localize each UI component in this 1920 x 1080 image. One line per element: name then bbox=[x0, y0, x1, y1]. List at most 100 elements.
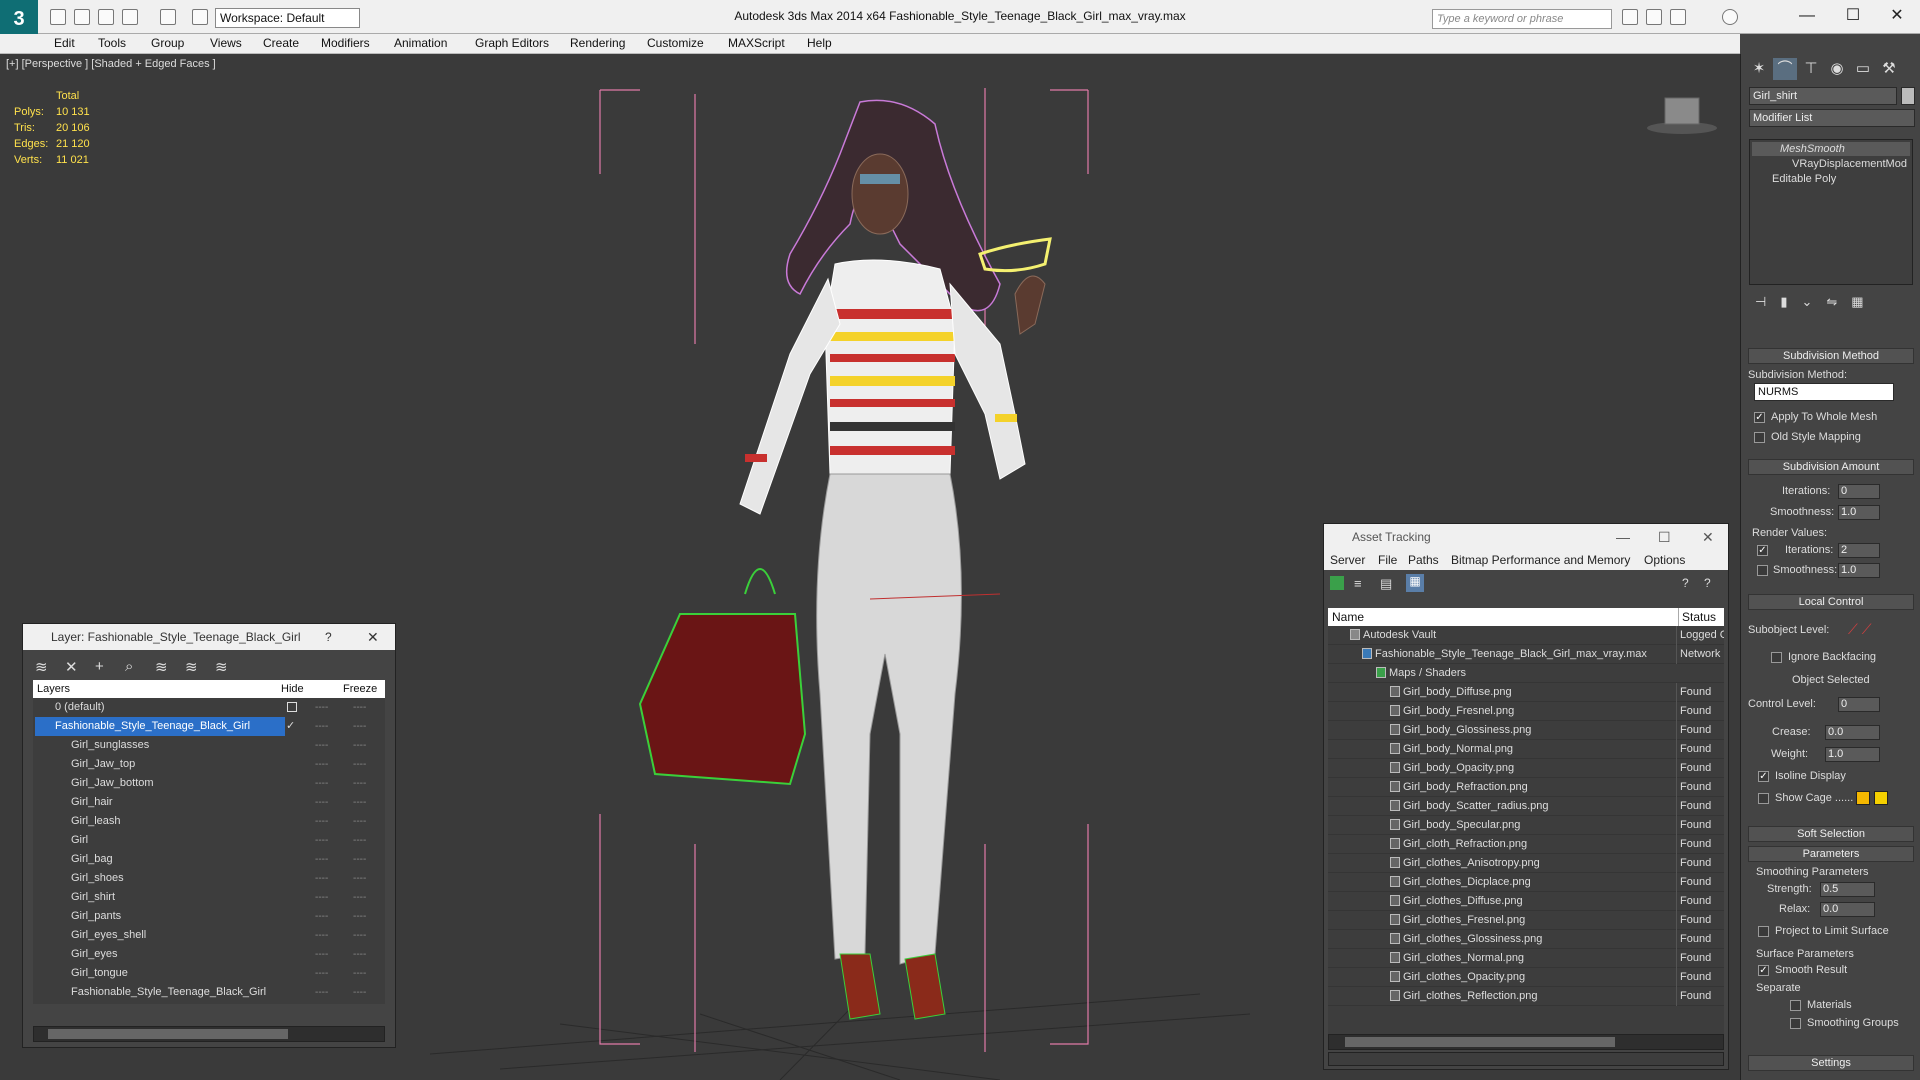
app-logo[interactable]: 3 bbox=[0, 0, 38, 38]
cage-color-swatch-1[interactable] bbox=[1856, 791, 1870, 805]
table-row[interactable]: Girl_body_Fresnel.png Found bbox=[1328, 702, 1724, 721]
list-item[interactable]: Fashionable_Style_Teenage_Black_Girl ----… bbox=[33, 983, 385, 1002]
motion-tab-icon[interactable]: ◉ bbox=[1825, 58, 1849, 80]
show-cage-checkbox[interactable] bbox=[1758, 793, 1769, 804]
subobject-vertex-edge-icon[interactable]: ⟋ ⟋ bbox=[1848, 621, 1872, 638]
list-item[interactable]: Fashionable_Style_Teenage_Black_Girl ✓ ---… bbox=[33, 717, 385, 736]
relax-spinner[interactable]: 0.0 bbox=[1820, 902, 1875, 917]
menu-modifiers[interactable]: Modifiers bbox=[321, 36, 370, 50]
table-row[interactable]: Girl_clothes_Dicplace.png Found bbox=[1328, 873, 1724, 892]
current-layer-icon[interactable] bbox=[287, 702, 297, 712]
menu-group[interactable]: Group bbox=[151, 36, 184, 50]
asset-maximize-button[interactable]: ☐ bbox=[1658, 524, 1671, 550]
menu-help[interactable]: Help bbox=[807, 36, 832, 50]
asset-close-button[interactable]: ✕ bbox=[1702, 524, 1714, 550]
list-item[interactable]: Girl_eyes ---- ---- bbox=[33, 945, 385, 964]
list-item[interactable]: Girl_tongue ---- ---- bbox=[33, 964, 385, 983]
column-freeze[interactable]: Freeze bbox=[343, 680, 377, 698]
menu-create[interactable]: Create bbox=[263, 36, 299, 50]
menu-tools[interactable]: Tools bbox=[98, 36, 126, 50]
asset-minimize-button[interactable]: — bbox=[1616, 524, 1630, 550]
list-view-icon[interactable]: ≡ bbox=[1354, 576, 1368, 591]
menu-graph-editors[interactable]: Graph Editors bbox=[475, 36, 549, 50]
render-iterations-spinner[interactable]: 2 bbox=[1838, 543, 1880, 558]
layer-help-button[interactable]: ? bbox=[325, 624, 332, 650]
table-row[interactable]: Girl_body_Diffuse.png Found bbox=[1328, 683, 1724, 702]
stack-item-vraydisplacement[interactable]: VRayDisplacementMod bbox=[1752, 157, 1910, 171]
stack-item-editable-poly[interactable]: Editable Poly bbox=[1752, 172, 1910, 186]
rollout-parameters[interactable]: Parameters bbox=[1748, 846, 1914, 862]
help-icon[interactable] bbox=[1722, 9, 1738, 25]
workspace-dropdown[interactable]: Workspace: Default bbox=[215, 8, 360, 28]
hide-all-layers-icon[interactable]: ≋ bbox=[185, 658, 198, 676]
project-limit-checkbox[interactable] bbox=[1758, 926, 1769, 937]
table-row[interactable]: Autodesk Vault Logged C bbox=[1328, 626, 1724, 645]
materials-checkbox[interactable] bbox=[1790, 1000, 1801, 1011]
table-row[interactable]: Girl_clothes_Opacity.png Found bbox=[1328, 968, 1724, 987]
search-input[interactable]: Type a keyword or phrase bbox=[1432, 9, 1612, 29]
list-item[interactable]: Girl_pants ---- ---- bbox=[33, 907, 385, 926]
layer-horizontal-scrollbar[interactable] bbox=[33, 1026, 385, 1042]
list-item[interactable]: 0 (default) ---- ---- bbox=[33, 698, 385, 717]
table-row[interactable]: Girl_clothes_Reflection.png Found bbox=[1328, 987, 1724, 1006]
asset-window-titlebar[interactable]: Asset Tracking — ☐ ✕ bbox=[1324, 524, 1728, 550]
asset-menu-file[interactable]: File bbox=[1378, 550, 1397, 570]
asset-menu-paths[interactable]: Paths bbox=[1408, 550, 1439, 570]
smooth-result-checkbox[interactable]: ✓ bbox=[1758, 965, 1769, 976]
asset-menu-options[interactable]: Options bbox=[1644, 550, 1685, 570]
menu-maxscript[interactable]: MAXScript bbox=[728, 36, 785, 50]
stack-item-meshsmooth[interactable]: MeshSmooth bbox=[1752, 142, 1910, 156]
layer-window-titlebar[interactable]: Layer: Fashionable_Style_Teenage_Black_G… bbox=[23, 624, 395, 650]
asset-menu-server[interactable]: Server bbox=[1330, 550, 1365, 570]
table-row[interactable]: Girl_clothes_Glossiness.png Found bbox=[1328, 930, 1724, 949]
strength-spinner[interactable]: 0.5 bbox=[1820, 882, 1875, 897]
refresh-icon[interactable] bbox=[1330, 576, 1344, 590]
table-row[interactable]: Girl_body_Normal.png Found bbox=[1328, 740, 1724, 759]
object-name-field[interactable]: Girl_shirt bbox=[1749, 87, 1897, 105]
maximize-button[interactable]: ☐ bbox=[1830, 4, 1876, 28]
list-item[interactable]: Girl_bag ---- ---- bbox=[33, 850, 385, 869]
table-row[interactable]: Girl_body_Glossiness.png Found bbox=[1328, 721, 1724, 740]
asset-help-icon[interactable]: ? bbox=[1682, 576, 1696, 590]
menu-views[interactable]: Views bbox=[210, 36, 242, 50]
create-tab-icon[interactable]: ✶ bbox=[1747, 58, 1771, 80]
new-file-icon[interactable] bbox=[50, 9, 66, 25]
table-row[interactable]: Girl_clothes_Fresnel.png Found bbox=[1328, 911, 1724, 930]
column-status[interactable]: Status bbox=[1678, 608, 1716, 626]
modifier-list-dropdown[interactable]: Modifier List bbox=[1749, 109, 1915, 127]
asset-menu-bitmap-performance[interactable]: Bitmap Performance and Memory bbox=[1451, 550, 1630, 570]
list-item[interactable]: Girl_shoes ---- ---- bbox=[33, 869, 385, 888]
table-row[interactable]: Maps / Shaders bbox=[1328, 664, 1724, 683]
asset-context-help-icon[interactable]: ? bbox=[1704, 576, 1718, 590]
table-row[interactable]: Girl_body_Refraction.png Found bbox=[1328, 778, 1724, 797]
table-row[interactable]: Girl_clothes_Normal.png Found bbox=[1328, 949, 1724, 968]
select-in-layer-icon[interactable]: ⌕ bbox=[125, 658, 133, 675]
column-layers[interactable]: Layers bbox=[37, 680, 70, 698]
new-layer-icon[interactable]: ≋ bbox=[35, 658, 48, 676]
asset-horizontal-scrollbar[interactable] bbox=[1328, 1034, 1724, 1050]
list-item[interactable]: Girl_shirt ---- ---- bbox=[33, 888, 385, 907]
rollout-subdivision-amount[interactable]: Subdivision Amount bbox=[1748, 459, 1914, 475]
active-check-icon[interactable]: ✓ bbox=[286, 717, 295, 736]
control-level-spinner[interactable]: 0 bbox=[1838, 697, 1880, 712]
render-iterations-checkbox[interactable]: ✓ bbox=[1757, 545, 1768, 556]
table-row[interactable]: Girl_clothes_Diffuse.png Found bbox=[1328, 892, 1724, 911]
list-item[interactable]: Girl_eyes_shell ---- ---- bbox=[33, 926, 385, 945]
subdivision-method-dropdown[interactable]: NURMS bbox=[1754, 383, 1894, 401]
table-row[interactable]: Girl_body_Opacity.png Found bbox=[1328, 759, 1724, 778]
apply-whole-mesh-checkbox[interactable]: ✓ bbox=[1754, 412, 1765, 423]
list-item[interactable]: Girl_sunglasses ---- ---- bbox=[33, 736, 385, 755]
stack-toolbar[interactable]: ⊣▮⌄⇋▦ bbox=[1749, 294, 1913, 312]
column-name[interactable]: Name bbox=[1332, 608, 1364, 626]
rollout-soft-selection[interactable]: Soft Selection bbox=[1748, 826, 1914, 842]
menu-customize[interactable]: Customize bbox=[647, 36, 704, 50]
menu-animation[interactable]: Animation bbox=[394, 36, 447, 50]
utilities-tab-icon[interactable]: ⚒ bbox=[1877, 58, 1901, 80]
modifier-stack[interactable]: MeshSmooth VRayDisplacementMod Editable … bbox=[1749, 139, 1913, 285]
smoothness-spinner[interactable]: 1.0 bbox=[1838, 505, 1880, 520]
isoline-display-checkbox[interactable]: ✓ bbox=[1758, 771, 1769, 782]
table-row[interactable]: Fashionable_Style_Teenage_Black_Girl_max… bbox=[1328, 645, 1724, 664]
list-item[interactable]: Girl_Jaw_top ---- ---- bbox=[33, 755, 385, 774]
open-file-icon[interactable] bbox=[74, 9, 90, 25]
render-smoothness-checkbox[interactable] bbox=[1757, 565, 1768, 576]
